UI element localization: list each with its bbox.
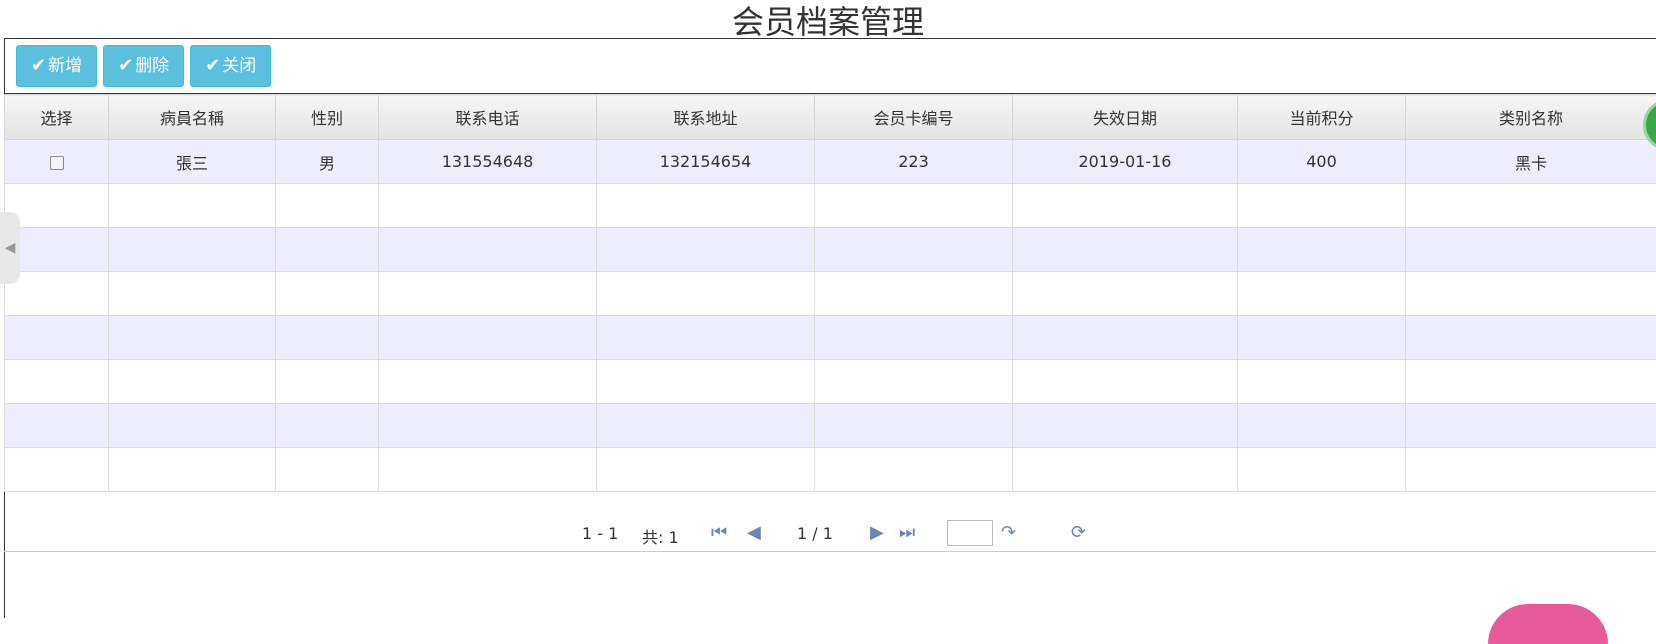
next-page-icon[interactable]: ▶: [870, 522, 884, 544]
page-number-input[interactable]: [947, 520, 993, 546]
pager-range: 1 - 1: [582, 524, 618, 543]
gender-cell: 男: [276, 140, 379, 184]
last-page-icon[interactable]: ⏭: [899, 522, 915, 544]
decorative-shape: [1488, 604, 1608, 644]
prev-page-icon[interactable]: ◀: [747, 522, 761, 544]
member-table: 选择 病員名稱 性别 联系电话 联系地址 会员卡编号 失效日期 当前积分 类别名…: [4, 94, 1656, 492]
go-page-icon[interactable]: ↷: [1001, 522, 1016, 544]
pager-divider: [4, 551, 1656, 552]
caret-left-icon: ◀: [5, 240, 16, 256]
column-header-select[interactable]: 选择: [5, 95, 109, 140]
column-header-points[interactable]: 当前积分: [1238, 95, 1406, 140]
table-row-empty: [5, 360, 1656, 404]
pagination-bar: 1 - 1 共: 1 ⏮ ◀ 1 / 1 ▶ ⏭ ↷ ⟳: [0, 518, 1656, 548]
phone-cell: 131554648: [379, 140, 597, 184]
table-row-empty: [5, 184, 1656, 228]
check-icon: ✔: [31, 45, 46, 87]
sidebar-collapse-toggle[interactable]: ◀: [0, 212, 20, 284]
row-select-cell: [5, 140, 109, 184]
table-header-row: 选择 病員名稱 性别 联系电话 联系地址 会员卡编号 失效日期 当前积分 类别名…: [5, 95, 1656, 140]
patient-name-cell: 張三: [109, 140, 276, 184]
refresh-icon[interactable]: ⟳: [1071, 522, 1086, 544]
column-header-card-number[interactable]: 会员卡编号: [815, 95, 1013, 140]
check-icon: ✔: [118, 45, 133, 87]
delete-button-label: 删除: [135, 45, 169, 87]
add-button-label: 新增: [48, 45, 82, 87]
category-cell: 黑卡: [1406, 140, 1656, 184]
pager-total: 共: 1: [642, 524, 679, 548]
table-row-empty: [5, 404, 1656, 448]
points-cell: 400: [1238, 140, 1406, 184]
title-divider: [4, 38, 1656, 39]
pager-page-indicator: 1 / 1: [797, 524, 833, 543]
close-button[interactable]: ✔ 关闭: [190, 45, 271, 87]
column-header-expiry-date[interactable]: 失效日期: [1013, 95, 1238, 140]
column-header-phone[interactable]: 联系电话: [379, 95, 597, 140]
card-number-cell: 223: [815, 140, 1013, 184]
check-icon: ✔: [205, 45, 220, 87]
table-row-empty: [5, 228, 1656, 272]
first-page-icon[interactable]: ⏮: [711, 522, 727, 544]
close-button-label: 关闭: [222, 45, 256, 87]
column-header-address[interactable]: 联系地址: [597, 95, 815, 140]
add-button[interactable]: ✔ 新增: [16, 45, 97, 87]
table-row-empty: [5, 448, 1656, 492]
column-header-category[interactable]: 类别名称: [1406, 95, 1656, 140]
column-header-gender[interactable]: 性别: [276, 95, 379, 140]
table-row-empty: [5, 272, 1656, 316]
expiry-date-cell: 2019-01-16: [1013, 140, 1238, 184]
toolbar: ✔ 新增 ✔ 删除 ✔ 关闭: [16, 45, 271, 89]
page-title: 会员档案管理: [0, 0, 1656, 38]
address-cell: 132154654: [597, 140, 815, 184]
table-row-empty: [5, 316, 1656, 360]
table-row[interactable]: 張三 男 131554648 132154654 223 2019-01-16 …: [5, 140, 1656, 184]
column-header-patient-name[interactable]: 病員名稱: [109, 95, 276, 140]
row-checkbox[interactable]: [50, 156, 64, 170]
delete-button[interactable]: ✔ 删除: [103, 45, 184, 87]
